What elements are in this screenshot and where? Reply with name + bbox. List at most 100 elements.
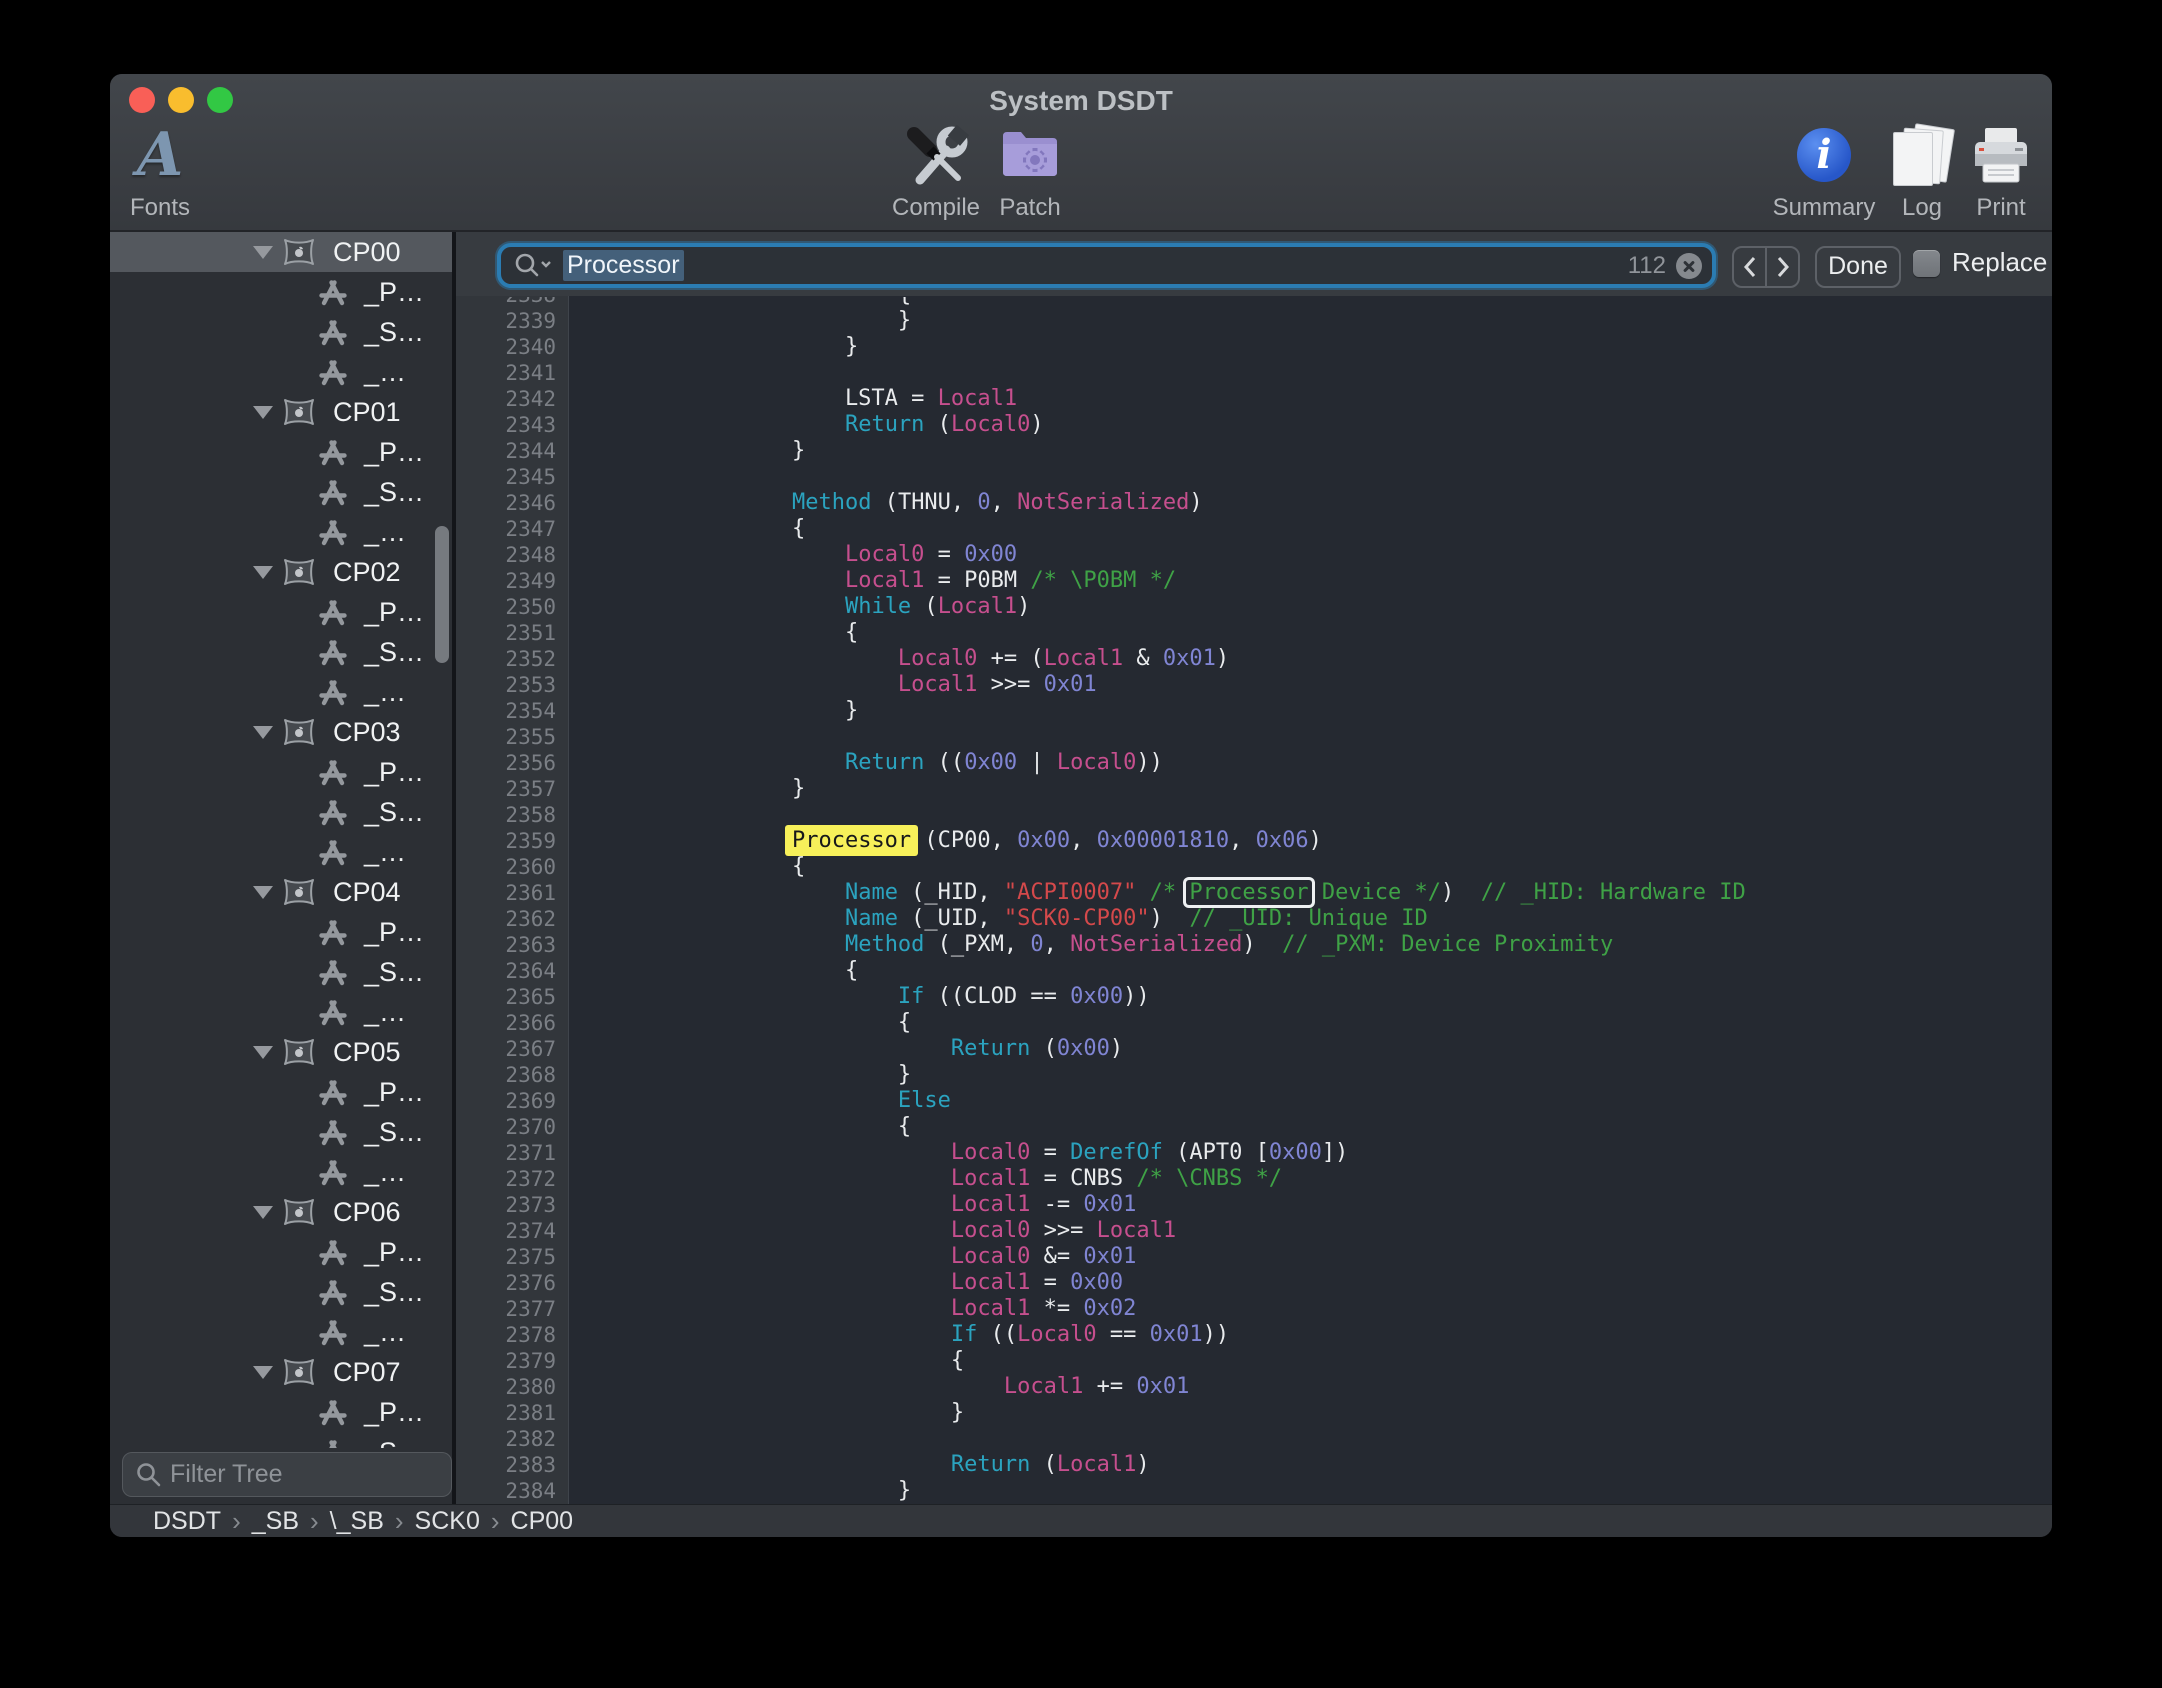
find-highlight: Processor: [785, 825, 918, 856]
code-line: 2346 Method (THNU, 0, NotSerialized): [456, 490, 2052, 516]
tree-node-cp04[interactable]: CP04: [110, 872, 456, 912]
tree-leaf[interactable]: _S…: [110, 952, 456, 992]
code-text: }: [686, 698, 858, 724]
tree-leaf[interactable]: _P…: [110, 752, 456, 792]
tree-leaf-label: _P…: [364, 1237, 424, 1268]
code-text: }: [686, 1400, 964, 1426]
code-line: 2339 }: [456, 308, 2052, 334]
tree-leaf[interactable]: _…: [110, 1152, 456, 1192]
patch-button[interactable]: Patch: [960, 122, 1100, 222]
line-number: 2372: [456, 1166, 556, 1192]
tree-leaf[interactable]: _…: [110, 1312, 456, 1352]
search-menu-icon[interactable]: [513, 252, 555, 280]
tree-node-label: CP07: [333, 1357, 401, 1388]
code-line: 2338 {: [456, 297, 2052, 308]
tree-node-cp00[interactable]: CP00: [110, 232, 456, 272]
fonts-icon: A: [137, 120, 184, 190]
previous-match-button[interactable]: [1734, 248, 1767, 286]
tree-node-cp06[interactable]: CP06: [110, 1192, 456, 1232]
line-number: 2377: [456, 1296, 556, 1322]
code-text: Local0 >>= Local1: [686, 1218, 1176, 1244]
disclosure-triangle[interactable]: [253, 1046, 273, 1059]
code-line: 2348 Local0 = 0x00: [456, 542, 2052, 568]
tree-leaf-label: _P…: [364, 1077, 424, 1108]
filter-tree-input[interactable]: Filter Tree: [122, 1452, 452, 1497]
code-text: }: [686, 334, 858, 360]
patch-icon: [960, 122, 1100, 190]
tree-node-cp01[interactable]: CP01: [110, 392, 456, 432]
disclosure-triangle[interactable]: [253, 886, 273, 899]
clear-search-icon[interactable]: [1676, 253, 1702, 279]
code-editor[interactable]: 2338 {2339 }2340 }23412342 LSTA = Local1…: [456, 297, 2052, 1505]
tree-leaf[interactable]: _S…: [110, 1272, 456, 1312]
breadcrumb-item[interactable]: CP00: [511, 1507, 574, 1536]
tree-leaf[interactable]: _S…: [110, 1112, 456, 1152]
tree-leaf[interactable]: _P…: [110, 1072, 456, 1112]
line-number: 2367: [456, 1036, 556, 1062]
method-icon: [316, 1076, 350, 1108]
tree-leaf[interactable]: _S…: [110, 312, 456, 352]
tree-node-cp05[interactable]: CP05: [110, 1032, 456, 1072]
line-number: 2384: [456, 1478, 556, 1504]
method-icon: [316, 356, 350, 388]
breadcrumb-item[interactable]: _SB: [252, 1507, 299, 1536]
disclosure-triangle[interactable]: [253, 246, 273, 259]
find-input[interactable]: Processor 112: [497, 243, 1716, 288]
code-line: 2355: [456, 724, 2052, 750]
tree-leaf[interactable]: _P…: [110, 432, 456, 472]
tree-node-label: CP02: [333, 557, 401, 588]
breadcrumb-item[interactable]: DSDT: [153, 1507, 221, 1536]
line-number: 2362: [456, 906, 556, 932]
tree-leaf-label: _S…: [364, 1117, 424, 1148]
tree-leaf[interactable]: _P…: [110, 592, 456, 632]
line-number: 2361: [456, 880, 556, 906]
line-number: 2369: [456, 1088, 556, 1114]
breadcrumb-item[interactable]: SCK0: [415, 1507, 480, 1536]
tree-node-cp03[interactable]: CP03: [110, 712, 456, 752]
tree-leaf[interactable]: _P…: [110, 912, 456, 952]
line-number: 2375: [456, 1244, 556, 1270]
line-number: 2364: [456, 958, 556, 984]
tree-node-cp02[interactable]: CP02: [110, 552, 456, 592]
line-number: 2339: [456, 308, 556, 334]
disclosure-triangle[interactable]: [253, 726, 273, 739]
tree-leaf[interactable]: _…: [110, 512, 456, 552]
tree-leaf[interactable]: _…: [110, 672, 456, 712]
tree-leaf[interactable]: _S…: [110, 472, 456, 512]
tree-leaf[interactable]: _P…: [110, 272, 456, 312]
match-count: 112: [1628, 252, 1666, 280]
code-text: }: [686, 1062, 911, 1088]
tree-leaf[interactable]: _S…: [110, 1432, 456, 1448]
sidebar-scrollbar-thumb[interactable]: [435, 526, 449, 663]
line-number: 2379: [456, 1348, 556, 1374]
replace-checkbox[interactable]: [1913, 250, 1940, 277]
tree-node-cp07[interactable]: CP07: [110, 1352, 456, 1392]
method-icon: [316, 1156, 350, 1188]
line-number: 2363: [456, 932, 556, 958]
fonts-button[interactable]: A Fonts: [110, 122, 230, 222]
tree-leaf[interactable]: _S…: [110, 792, 456, 832]
tree-leaf[interactable]: _…: [110, 992, 456, 1032]
next-match-button[interactable]: [1767, 248, 1798, 286]
disclosure-triangle[interactable]: [253, 406, 273, 419]
tree-leaf[interactable]: _P…: [110, 1232, 456, 1272]
done-button[interactable]: Done: [1815, 246, 1901, 288]
print-button[interactable]: Print: [1931, 122, 2052, 222]
tree-leaf-label: _…: [364, 1317, 406, 1348]
disclosure-triangle[interactable]: [253, 566, 273, 579]
breadcrumb-separator-icon: ›: [310, 1509, 319, 1533]
method-icon: [316, 836, 350, 868]
tree-leaf[interactable]: _…: [110, 352, 456, 392]
tree-leaf[interactable]: _S…: [110, 632, 456, 672]
tree-leaf[interactable]: _P…: [110, 1392, 456, 1432]
patch-label: Patch: [960, 194, 1100, 222]
code-line: 2384 }: [456, 1478, 2052, 1504]
code-text: Local1 = CNBS /* \CNBS */: [686, 1166, 1282, 1192]
tree-leaf[interactable]: _…: [110, 832, 456, 872]
breadcrumb-item[interactable]: \_SB: [330, 1507, 384, 1536]
disclosure-triangle[interactable]: [253, 1366, 273, 1379]
method-icon: [316, 1316, 350, 1348]
scope-icon: [282, 236, 316, 268]
disclosure-triangle[interactable]: [253, 1206, 273, 1219]
tree-leaf-label: _S…: [364, 477, 424, 508]
